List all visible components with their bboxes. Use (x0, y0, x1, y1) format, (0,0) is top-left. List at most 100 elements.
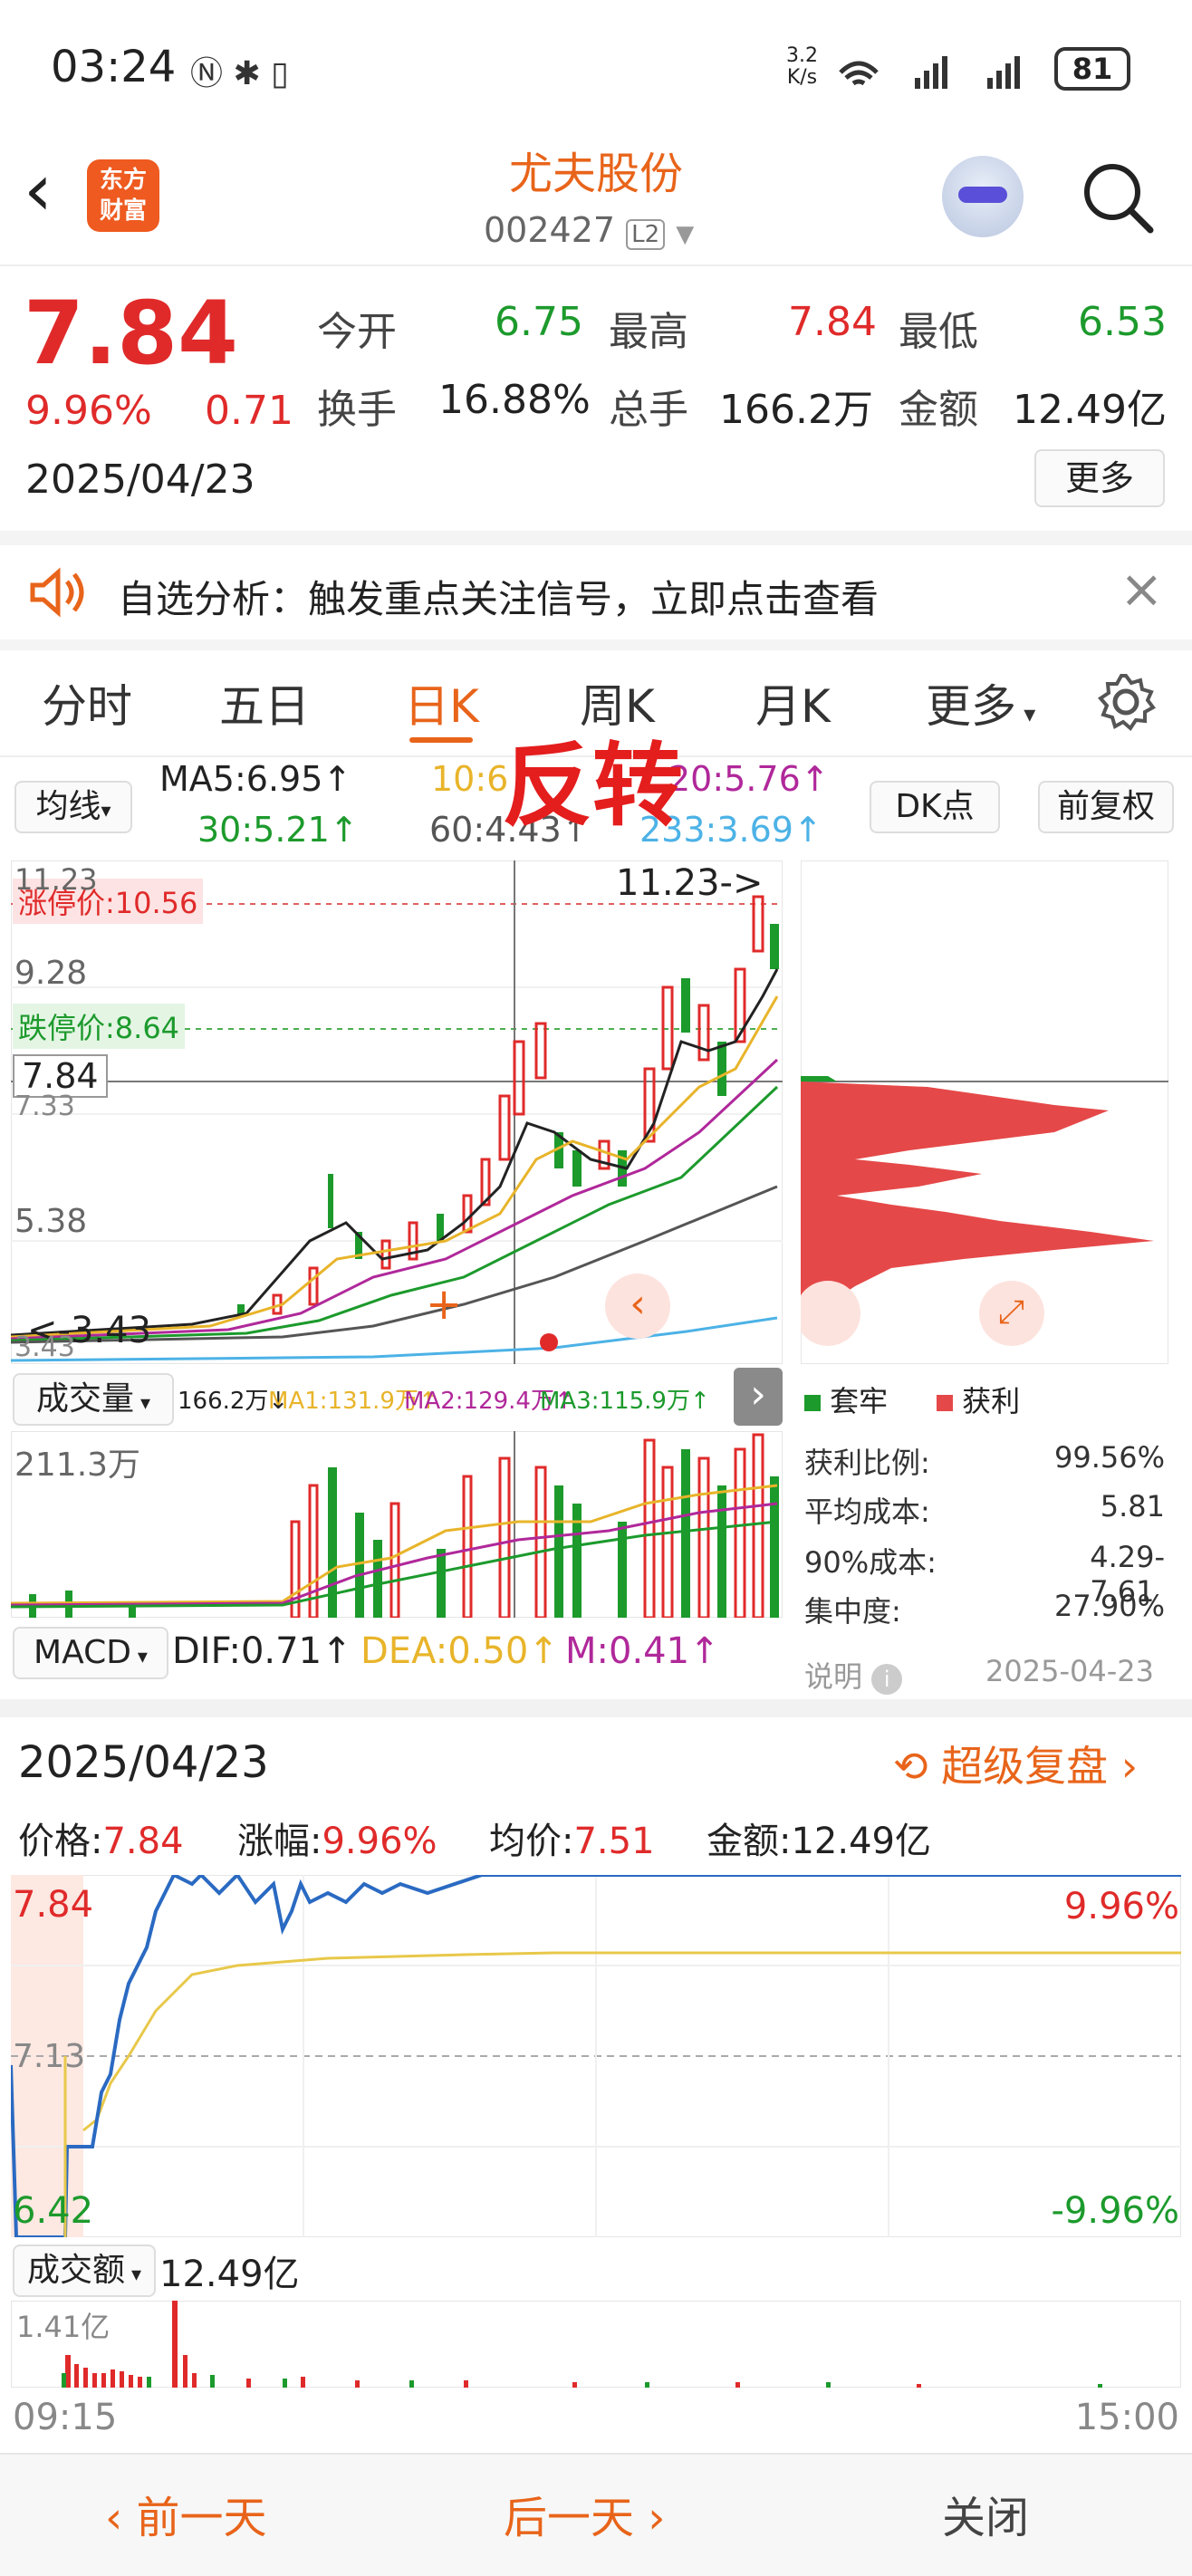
ma10-value: 10:6 (431, 759, 509, 799)
history-icon: ⟲ (893, 1742, 928, 1791)
intraday-date: 2025/04/23 (18, 1737, 269, 1788)
amount-selector[interactable]: 成交额 ▾ (13, 2244, 156, 2297)
open-value: 6.75 (495, 299, 583, 345)
intraday-avg: 均价:7.51 (489, 1821, 655, 1862)
low-label: 最低 (899, 309, 978, 355)
settings-icon[interactable] (1096, 672, 1156, 732)
turnover-value: 16.88% (438, 377, 591, 423)
intraday-pct-top: 9.96% (1063, 1886, 1179, 1927)
macd-selector[interactable]: MACD ▾ (13, 1627, 168, 1679)
amount-label: 金额 (899, 387, 978, 433)
bottom-nav: ‹ 前一天 后一天 › 关闭 (0, 2453, 1192, 2576)
intraday-chart[interactable] (11, 1875, 1181, 2237)
amount-y-max: 1.41亿 (16, 2310, 111, 2344)
volume-y-max: 211.3万 (14, 1447, 141, 1484)
chip-concentration-label: 集中度: (804, 1594, 901, 1629)
chip-profit-ratio-value: 99.56% (1053, 1440, 1165, 1475)
reversal-annotation: 反转 (502, 733, 683, 839)
amount-total: 12.49亿 (159, 2254, 300, 2295)
divider (0, 1699, 1192, 1717)
kline-y-mid: 9.28 (14, 955, 88, 992)
macd-m: M:0.41↑ (565, 1630, 720, 1672)
turnover-label: 换手 (317, 387, 397, 433)
macd-dif: DIF:0.71↑ (172, 1630, 352, 1672)
kline-chart[interactable] (11, 860, 783, 1364)
tab-five-day[interactable]: 五日 (219, 670, 310, 735)
search-icon[interactable] (1080, 159, 1158, 237)
nfc-icon: Ⓝ ✱ ▯ (190, 55, 289, 92)
volume-value: 166.2万 (719, 387, 873, 433)
legend-profit: 获利 (937, 1379, 1020, 1420)
dk-point-button[interactable]: DK点 (870, 781, 1000, 833)
high-label: 最高 (609, 309, 688, 355)
chip-date: 2025-04-23 (985, 1654, 1154, 1688)
active-tab-indicator (409, 737, 473, 743)
expand-icon[interactable]: ⤢ (998, 1293, 1024, 1331)
notice-bar[interactable]: 自选分析：触发重点关注信号，立即点击查看 × (0, 545, 1192, 639)
kline-y-top: 11.23 (14, 862, 98, 897)
close-notice-icon[interactable]: × (1120, 558, 1164, 620)
change-percent: 9.96% (25, 388, 152, 434)
status-time: 03:24 (51, 42, 177, 92)
legend-trapped: 套牢 (804, 1379, 888, 1420)
current-marker (540, 1333, 558, 1351)
intraday-y-mid: 7.13 (13, 2038, 86, 2075)
stock-code[interactable]: 002427 L2 ▼ (484, 210, 694, 250)
macd-dea: DEA:0.50↑ (360, 1630, 559, 1672)
prev-day-button[interactable]: ‹ 前一天 (105, 2482, 266, 2545)
divider (0, 639, 1192, 650)
low-value: 6.53 (1078, 299, 1167, 345)
ma30-value: 30:5.21↑ (197, 810, 359, 850)
next-day-button[interactable]: 后一天 › (504, 2482, 665, 2545)
chip-avg-cost-value: 5.81 (1100, 1489, 1165, 1523)
collapse-panel-icon[interactable]: › (734, 1368, 783, 1426)
high-value: 7.84 (788, 299, 877, 345)
chip-avg-cost-label: 平均成本: (804, 1495, 930, 1529)
time-end: 15:00 (1074, 2397, 1179, 2438)
tab-more[interactable]: 更多 ▾ (926, 670, 1035, 735)
intraday-pct-bottom: -9.96% (1051, 2190, 1179, 2232)
tab-intraday[interactable]: 分时 (42, 670, 132, 735)
tab-daily-k[interactable]: 日K (404, 670, 479, 735)
intraday-amount-chart (11, 2301, 1181, 2388)
intraday-amount: 金额:12.49亿 (707, 1821, 931, 1862)
kline-y-bottom: 3.43 (14, 1331, 75, 1363)
kline-y-partial: 7.33 (14, 1091, 75, 1122)
quote-date: 2025/04/23 (25, 457, 255, 503)
volume-selector[interactable]: 成交量 ▾ (13, 1373, 174, 1426)
volume-ma3: MA3:115.9万↑ (540, 1388, 710, 1415)
super-replay-button[interactable]: ⟲ 超级复盘 › (893, 1734, 1138, 1793)
adjust-mode-button[interactable]: 前复权 (1038, 781, 1174, 833)
current-price: 7.84 (24, 283, 238, 384)
close-button[interactable]: 关闭 (942, 2482, 1029, 2545)
signal-icons (839, 56, 1020, 89)
robot-assistant-icon[interactable] (942, 156, 1024, 237)
tab-monthly-k[interactable]: 月K (755, 670, 831, 735)
battery-icon: 81 (1054, 47, 1130, 91)
ma5-value: MA5:6.95↑ (159, 759, 352, 799)
intraday-change: 涨幅:9.96% (237, 1821, 437, 1862)
add-drawing-icon[interactable]: + (426, 1279, 462, 1330)
intraday-y-top: 7.84 (13, 1884, 94, 1926)
scroll-left-icon[interactable]: ‹ (605, 1274, 670, 1339)
high-marker: 11.23-> (616, 862, 764, 904)
info-icon[interactable]: i (871, 1664, 903, 1695)
ma-selector[interactable]: 均线▾ (14, 781, 132, 833)
amount-value: 12.49亿 (1013, 387, 1167, 433)
limit-down-label: 跌停价:8.64 (13, 1004, 186, 1049)
net-speed: 3.2 K/s (786, 44, 818, 89)
notice-text: 自选分析：触发重点关注信号，立即点击查看 (118, 577, 880, 621)
more-quote-button[interactable]: 更多 (1034, 449, 1165, 507)
divider (0, 531, 1192, 545)
change-value: 0.71 (205, 388, 293, 434)
chip-concentration-value: 27.90% (1053, 1589, 1165, 1623)
speaker-icon (30, 567, 84, 618)
ma20-value: 20:5.76↑ (668, 759, 830, 799)
chip-distribution-chart (801, 860, 1168, 1364)
chip-profit-ratio-label: 获利比例: (804, 1446, 930, 1480)
chip-90-cost-label: 90%成本: (804, 1545, 937, 1580)
chip-note[interactable]: 说明 i (804, 1654, 903, 1696)
kline-y-low: 5.38 (14, 1203, 88, 1240)
intraday-price: 价格:7.84 (18, 1821, 184, 1862)
intraday-y-bottom: 6.42 (13, 2190, 94, 2232)
